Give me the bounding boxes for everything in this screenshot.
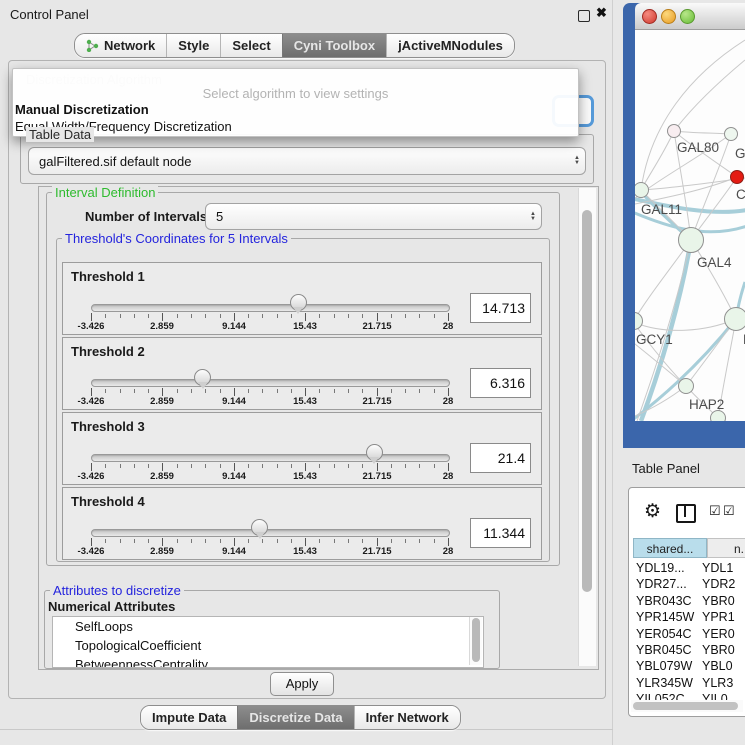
threshold-1-label: Threshold 1 [71,269,145,284]
dropdown-hint: Select algorithm to view settings [13,86,578,101]
threshold-4-value-field[interactable]: 11.344 [470,518,531,548]
zoom-traffic-light[interactable] [680,9,695,24]
table-row[interactable]: YBR043CYBR0 [629,593,745,609]
float-window-icon[interactable] [578,10,590,22]
table-data-selected-value: galFiltered.sif default node [29,154,569,169]
threshold-4-panel: Threshold 4 -3.4262.8599.14415.4321.7152… [62,487,542,560]
network-node[interactable] [678,378,694,394]
network-canvas[interactable]: GAL80G.CGAL11GAL4GCY1HHAP2 [635,30,745,421]
column-header-name[interactable]: n... [707,538,745,558]
tab-discretize-data[interactable]: Discretize Data [237,706,353,729]
tab-cyni-toolbox[interactable]: Cyni Toolbox [282,34,386,57]
attributes-group-label: Attributes to discretize [50,583,184,598]
network-node-label: GCY1 [636,332,673,347]
threshold-4-label: Threshold 4 [71,494,145,509]
numerical-attributes-label: Numerical Attributes [46,599,177,614]
table-data-combobox[interactable]: galFiltered.sif default node ▲▼ [28,147,586,175]
panel-title: Control Panel [10,7,89,22]
threshold-1-panel: Threshold 1 -3.4262.8599.14415.4321.7152… [62,262,542,335]
attributes-list-scrollbar[interactable] [469,617,482,665]
top-tab-bar: Network Style Select Cyni Toolbox jActiv… [74,33,515,58]
network-node-label: C [736,187,745,202]
tab-jactivemnodules[interactable]: jActiveMNodules [386,34,514,57]
algorithm-dropdown-popup: Select algorithm to view settings Manual… [12,68,579,137]
table-data-group-label: Table Data [26,127,94,142]
gear-icon[interactable]: ⚙ [644,500,661,523]
combo-stepper-icon: ▲▼ [525,212,541,222]
panel-divider [612,0,613,745]
table-row[interactable]: YBR045CYBR0 [629,642,745,658]
tab-impute-data[interactable]: Impute Data [141,706,237,729]
tab-network[interactable]: Network [75,34,166,57]
number-of-intervals-combobox[interactable]: 5 ▲▼ [205,203,542,230]
threshold-3-label: Threshold 3 [71,419,145,434]
network-node-label: GAL4 [697,255,732,270]
network-node-label: GAL80 [677,140,719,155]
attribute-item[interactable]: TopologicalCoefficient [53,636,483,655]
checkbox-icon[interactable]: ☑ [723,503,735,519]
horizontal-scrollbar[interactable] [631,700,743,712]
table-panel-window: ⚙ ☑ ☑ shared... n... YDL19...YDL1YDR27..… [628,487,745,717]
table-panel-title: Table Panel [632,461,700,476]
threshold-3-slider-handle[interactable] [366,444,383,461]
close-icon[interactable]: ✖ [596,5,607,21]
table-row[interactable]: YBL079WYBL0 [629,658,745,674]
network-node[interactable] [724,127,738,141]
network-node[interactable] [724,307,745,331]
tab-select[interactable]: Select [220,34,281,57]
threshold-3-panel: Threshold 3 -3.4262.8599.14415.4321.7152… [62,412,542,485]
number-of-intervals-label: Number of Intervals [85,209,207,224]
vertical-scrollbar[interactable] [578,188,596,666]
network-icon [86,39,99,52]
column-header-shared-name[interactable]: shared... [633,538,707,558]
table-row[interactable]: YPR145WYPR1 [629,609,745,625]
bottom-tab-bar: Impute Data Discretize Data Infer Networ… [140,705,461,730]
apply-button[interactable]: Apply [270,672,334,696]
tab-style[interactable]: Style [166,34,220,57]
dropdown-option-equal-width-frequency[interactable]: Equal Width/Frequency Discretization [13,118,578,135]
dropdown-option-manual-discretization[interactable]: Manual Discretization [13,101,578,118]
network-node[interactable] [730,170,744,184]
threshold-2-value-field[interactable]: 6.316 [470,368,531,398]
tab-label: Network [104,38,155,53]
number-of-intervals-value: 5 [206,209,525,224]
interval-definition-group-label: Interval Definition [52,185,158,200]
scrollbar-thumb[interactable] [633,702,738,710]
table-rows: YDL19...YDL1YDR27...YDR2YBR043CYBR0YPR14… [629,560,745,708]
network-window-titlebar[interactable] [635,3,745,30]
threshold-2-slider-track[interactable] [91,379,450,387]
threshold-3-slider-track[interactable] [91,454,450,462]
split-view-icon[interactable] [676,504,696,523]
threshold-3-value-field[interactable]: 21.4 [470,443,531,473]
numerical-attributes-list: SelfLoopsTopologicalCoefficientBetweenne… [52,616,484,668]
network-edges [635,30,745,421]
table-row[interactable]: YDR27...YDR2 [629,576,745,592]
scrollbar-thumb[interactable] [472,618,480,662]
table-row[interactable]: YLR345WYLR3 [629,675,745,691]
threshold-1-slider-handle[interactable] [290,294,307,311]
threshold-2-label: Threshold 2 [71,344,145,359]
checkbox-icon[interactable]: ☑ [709,503,721,519]
network-node[interactable] [678,227,704,253]
threshold-1-slider-track[interactable] [91,304,450,312]
threshold-2-panel: Threshold 2 -3.4262.8599.14415.4321.7152… [62,337,542,410]
thresholds-group-label: Threshold's Coordinates for 5 Intervals [62,231,291,246]
combo-stepper-icon: ▲▼ [569,156,585,166]
scrollbar-thumb[interactable] [582,210,592,592]
threshold-4-slider-track[interactable] [91,529,450,537]
attribute-item[interactable]: BetweennessCentrality [53,655,483,668]
tab-infer-network[interactable]: Infer Network [354,706,460,729]
close-traffic-light[interactable] [642,9,657,24]
table-row[interactable]: YDL19...YDL1 [629,560,745,576]
network-node-label: G. [735,146,745,161]
attribute-item[interactable]: SelfLoops [53,617,483,636]
network-node[interactable] [710,410,726,421]
network-view-window: GAL80G.CGAL11GAL4GCY1HHAP2 [623,3,745,448]
network-node-label: GAL11 [641,202,682,217]
table-row[interactable]: YER054CYER0 [629,626,745,642]
minimize-traffic-light[interactable] [661,9,676,24]
network-node[interactable] [667,124,681,138]
threshold-1-value-field[interactable]: 14.713 [470,293,531,323]
